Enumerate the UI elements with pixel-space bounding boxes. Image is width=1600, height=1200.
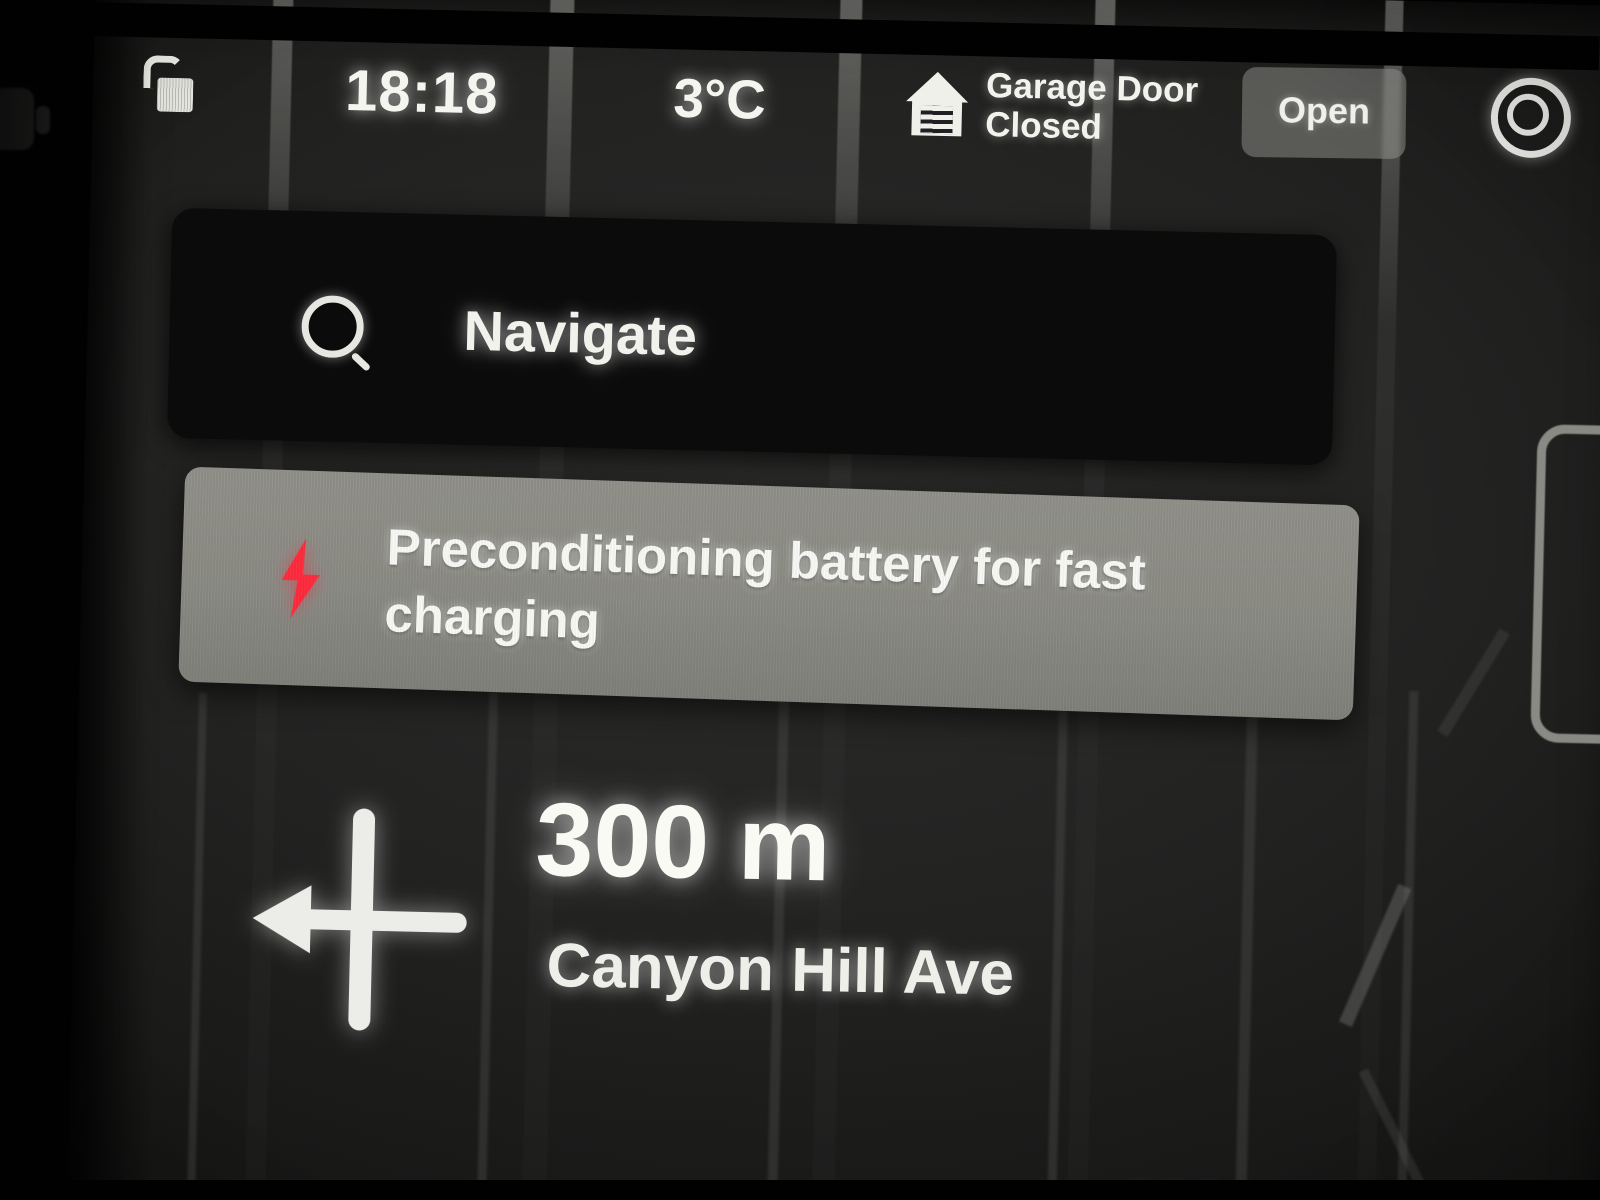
- infotainment-screen: 18:18 3°C Garage Door Closed Open Naviga…: [65, 0, 1600, 1200]
- padlock-body: [156, 77, 194, 113]
- search-placeholder: Navigate: [462, 298, 698, 367]
- garage-open-button[interactable]: Open: [1241, 66, 1407, 160]
- search-icon[interactable]: [300, 294, 365, 359]
- turn-street-name: Canyon Hill Ave: [546, 931, 1015, 1009]
- unlocked-padlock-icon[interactable]: [141, 55, 196, 116]
- clock-display: 18:18: [344, 57, 500, 127]
- outside-temperature: 3°C: [672, 66, 767, 131]
- garage-roof: [905, 71, 969, 103]
- navigate-search-bar[interactable]: Navigate: [166, 207, 1338, 466]
- turn-instruction[interactable]: 300 m Canyon Hill Ave: [236, 774, 1019, 1060]
- notification-message: Preconditioning battery for fast chargin…: [383, 518, 1147, 649]
- left-edge-hardware-glimpse: [0, 88, 50, 150]
- bottom-bezel: [0, 1180, 1600, 1200]
- garage-label-group: Garage Door Closed: [985, 66, 1199, 149]
- turn-text-group: 300 m Canyon Hill Ave: [532, 781, 1018, 1011]
- lightning-bolt-icon: [270, 535, 329, 621]
- garage-door-panel: [920, 105, 953, 135]
- garage-door-icon: [905, 71, 969, 137]
- car-touchscreen-photo: 18:18 3°C Garage Door Closed Open Naviga…: [0, 0, 1600, 1200]
- garage-name: Garage Door: [985, 65, 1199, 110]
- preconditioning-notification[interactable]: Preconditioning battery for fast chargin…: [178, 466, 1360, 721]
- garage-state: Closed: [984, 104, 1103, 147]
- turn-distance: 300 m: [534, 781, 832, 904]
- turn-left-at-intersection-icon: [236, 792, 492, 1048]
- garage-door-status[interactable]: Garage Door Closed: [905, 64, 1199, 149]
- target-circle-icon[interactable]: [1489, 76, 1572, 159]
- map-side-card-outline[interactable]: [1530, 424, 1600, 749]
